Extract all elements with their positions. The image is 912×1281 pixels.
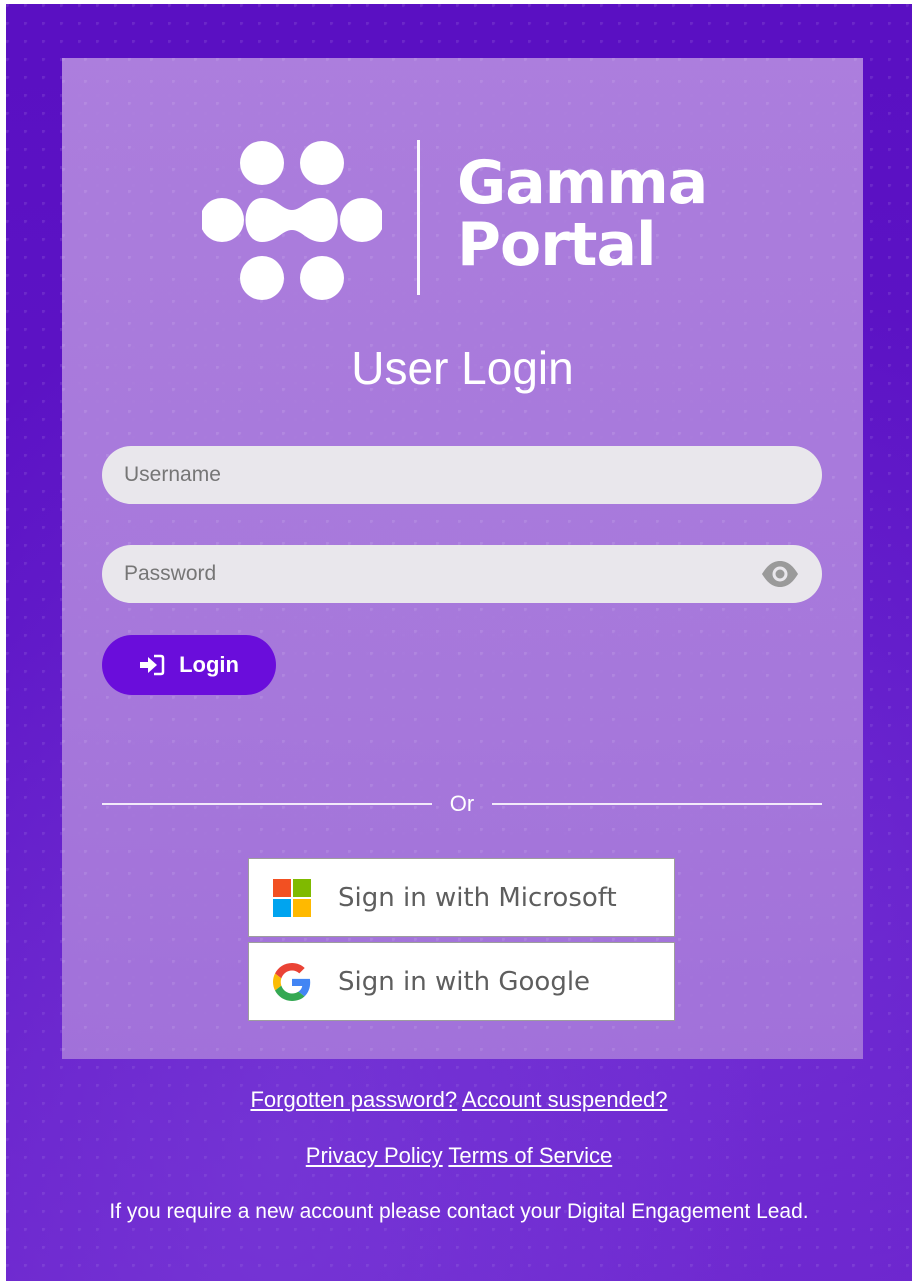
divider-line-right <box>492 803 823 805</box>
username-field-wrapper <box>102 446 822 504</box>
sign-in-microsoft-button[interactable]: Sign in with Microsoft <box>248 858 675 937</box>
page-background: Gamma Portal User Login Login <box>6 4 912 1281</box>
forgotten-password-link[interactable]: Forgotten password? <box>250 1087 457 1112</box>
gamma-dots-logo-icon <box>202 141 382 300</box>
page-title: User Login <box>351 342 574 394</box>
gamma-portal-logo: Gamma Portal <box>202 138 722 303</box>
divider-line-left <box>102 803 432 805</box>
or-divider: Or <box>102 789 823 819</box>
logo-wordmark: Gamma Portal <box>457 148 708 280</box>
username-input[interactable] <box>102 446 822 504</box>
account-suspended-link[interactable]: Account suspended? <box>462 1087 668 1112</box>
login-button-label: Login <box>179 652 239 677</box>
password-input[interactable] <box>102 545 822 603</box>
google-button-label: Sign in with Google <box>338 967 591 997</box>
login-card: Gamma Portal User Login Login <box>62 58 863 1059</box>
logo-divider <box>417 140 420 295</box>
logo-word-portal: Portal <box>457 210 657 280</box>
logo-word-gamma: Gamma <box>457 148 708 218</box>
google-logo-icon <box>273 963 311 1001</box>
sign-in-icon <box>140 654 165 676</box>
microsoft-logo-icon <box>273 879 311 917</box>
eye-icon[interactable] <box>760 560 800 588</box>
microsoft-button-label: Sign in with Microsoft <box>338 883 617 913</box>
or-label: Or <box>449 791 475 816</box>
legal-links: Privacy Policy Terms of Service <box>6 1141 912 1171</box>
sign-in-google-button[interactable]: Sign in with Google <box>248 942 675 1021</box>
password-field-wrapper <box>102 545 822 603</box>
terms-of-service-link[interactable]: Terms of Service <box>448 1143 612 1168</box>
login-button[interactable]: Login <box>102 635 276 695</box>
privacy-policy-link[interactable]: Privacy Policy <box>306 1143 443 1168</box>
new-account-note: If you require a new account please cont… <box>109 1200 809 1223</box>
account-help-links: Forgotten password? Account suspended? <box>6 1085 912 1115</box>
